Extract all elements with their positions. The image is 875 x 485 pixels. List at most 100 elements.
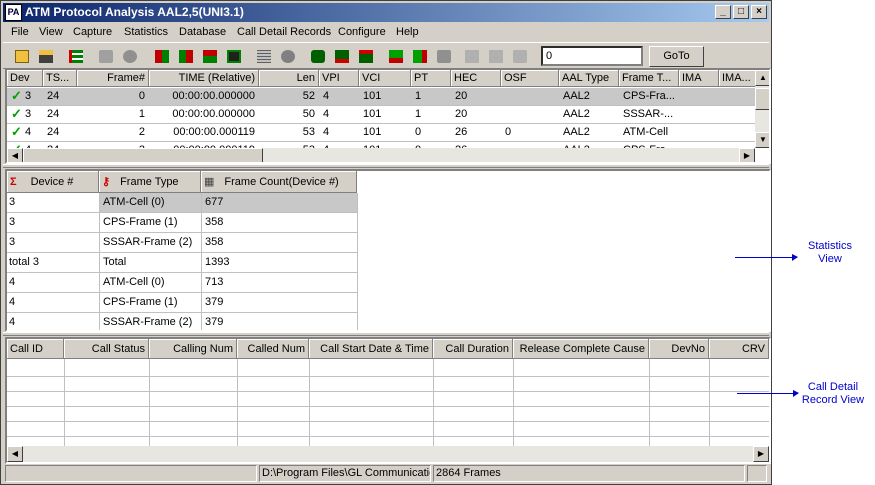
col-pt[interactable]: PT bbox=[411, 70, 451, 87]
frames-vscroll[interactable]: ▲ ▼ bbox=[755, 70, 769, 148]
stats-col-frame-type[interactable]: ⚷ Frame Type bbox=[99, 171, 201, 193]
stats-col-count[interactable]: ▦ Frame Count(Device #) bbox=[201, 171, 357, 193]
close-button[interactable]: × bbox=[751, 5, 767, 19]
c-arrow-icon[interactable] bbox=[461, 46, 483, 67]
stats-row[interactable]: total 3 Total 1393 bbox=[7, 253, 358, 273]
set-filter-icon[interactable] bbox=[385, 46, 407, 67]
stats-row[interactable]: 4 CPS-Frame (1) 379 bbox=[7, 293, 358, 313]
col-ima2[interactable]: IMA... bbox=[719, 70, 759, 87]
app-icon[interactable]: PA bbox=[5, 4, 22, 21]
cdr-annot-line2: Record View bbox=[801, 394, 865, 406]
cdr-col-line bbox=[433, 359, 434, 446]
grid-divider bbox=[99, 273, 100, 293]
menu-capture[interactable]: Capture bbox=[73, 26, 112, 38]
binoculars-down-icon[interactable] bbox=[331, 46, 353, 67]
d-icon[interactable] bbox=[175, 46, 197, 67]
goto-input[interactable]: 0 bbox=[541, 46, 643, 66]
stats-row[interactable]: 3 CPS-Frame (1) 358 bbox=[7, 213, 358, 233]
scroll-down-icon[interactable]: ▼ bbox=[755, 132, 769, 148]
splitter-top[interactable] bbox=[3, 164, 769, 168]
col-dev[interactable]: Dev bbox=[7, 70, 43, 87]
cdr-col-header[interactable]: Call Status bbox=[64, 339, 149, 359]
cdr-col-header[interactable]: CRV bbox=[709, 339, 769, 359]
menu-statistics[interactable]: Statistics bbox=[124, 26, 168, 38]
save-icon[interactable] bbox=[223, 46, 245, 67]
cdr-col-header[interactable]: Called Num bbox=[237, 339, 309, 359]
stats-row[interactable]: 4 ATM-Cell (0) 713 bbox=[7, 273, 358, 293]
cdr-col-header[interactable]: Release Complete Cause bbox=[513, 339, 649, 359]
frame-cell: 101 bbox=[363, 90, 382, 102]
filter-f-icon[interactable] bbox=[409, 46, 431, 67]
maximize-button[interactable]: □ bbox=[733, 5, 749, 19]
record-icon[interactable] bbox=[277, 46, 299, 67]
stats-cell: 358 bbox=[205, 216, 224, 228]
binoculars-up-icon[interactable] bbox=[355, 46, 377, 67]
frame-cell: 00:00:00.000000 bbox=[172, 90, 255, 102]
goto-button[interactable]: GoTo bbox=[649, 46, 704, 67]
menu-configure[interactable]: Configure bbox=[338, 26, 386, 38]
col-frame-type[interactable]: Frame T... bbox=[619, 70, 679, 87]
stats-cell: 4 bbox=[9, 316, 16, 328]
col-len[interactable]: Len bbox=[259, 70, 319, 87]
stats-col-device[interactable]: Σ Device # bbox=[7, 171, 99, 193]
frame-row[interactable]: 3 24 0 00:00:00.000000 52 4 101 1 20 AAL2 CPS-Fra.… bbox=[7, 88, 755, 106]
stats-row[interactable]: 3 ATM-Cell (0) 677 bbox=[7, 193, 358, 213]
scroll-right-icon[interactable]: ▶ bbox=[753, 446, 769, 462]
frame-row[interactable]: 3 24 1 00:00:00.000000 50 4 101 1 20 AAL2 SSSAR-..… bbox=[7, 106, 755, 124]
c-icon[interactable] bbox=[151, 46, 173, 67]
col-aal-type[interactable]: AAL Type bbox=[559, 70, 619, 87]
col-vpi[interactable]: VPI bbox=[319, 70, 359, 87]
menu-database[interactable]: Database bbox=[179, 26, 226, 38]
frame-row[interactable]: 4 24 2 00:00:00.000119 53 4 101 0 26 0 AAL2 ATM-Cel… bbox=[7, 124, 755, 142]
col-frame-num[interactable]: Frame# bbox=[77, 70, 149, 87]
filter-list-icon[interactable] bbox=[65, 46, 87, 67]
splitter-bottom[interactable] bbox=[3, 332, 769, 336]
sigma-icon[interactable] bbox=[199, 46, 221, 67]
grid-icon[interactable] bbox=[253, 46, 275, 67]
col-vci[interactable]: VCI bbox=[359, 70, 411, 87]
grid-divider bbox=[357, 273, 358, 293]
cdr-col-header[interactable]: Call Duration bbox=[433, 339, 513, 359]
menu-call-detail-records[interactable]: Call Detail Records bbox=[237, 26, 331, 38]
frame-cell bbox=[683, 89, 715, 104]
stats-annot-line2: View bbox=[818, 253, 842, 265]
open-icon[interactable] bbox=[11, 46, 33, 67]
frame-dev-cell: 3 bbox=[25, 108, 32, 120]
scroll-up-icon[interactable]: ▲ bbox=[755, 70, 769, 86]
minimize-button[interactable]: _ bbox=[715, 5, 731, 19]
frames-hscroll[interactable]: ◀ ▶ bbox=[7, 148, 755, 162]
scroll-left-icon[interactable]: ◀ bbox=[7, 148, 23, 162]
col-time[interactable]: TIME (Relative) bbox=[149, 70, 259, 87]
hscroll-thumb[interactable] bbox=[23, 148, 263, 162]
cdr-col-line bbox=[237, 359, 238, 446]
scroll-left-icon[interactable]: ◀ bbox=[7, 446, 23, 462]
menu-view[interactable]: View bbox=[39, 26, 63, 38]
stats-row[interactable]: 4 SSSAR-Frame (2) 379 bbox=[7, 313, 358, 330]
scroll-thumb[interactable] bbox=[755, 88, 769, 110]
col-ts[interactable]: TS... bbox=[43, 70, 77, 87]
scroll-right-icon[interactable]: ▶ bbox=[739, 148, 755, 162]
col-ima[interactable]: IMA bbox=[679, 70, 719, 87]
col-hec[interactable]: HEC bbox=[451, 70, 501, 87]
menu-file[interactable]: File bbox=[11, 26, 29, 38]
stats-cell: Total bbox=[103, 256, 127, 268]
cdr-hscroll[interactable]: ◀ ▶ bbox=[7, 446, 769, 462]
binoculars-icon[interactable] bbox=[307, 46, 329, 67]
calculator-icon: ▦ bbox=[204, 176, 215, 188]
open-locked-icon[interactable] bbox=[35, 46, 57, 67]
cdr-col-header[interactable]: DevNo bbox=[649, 339, 709, 359]
pdf-icon[interactable] bbox=[509, 46, 531, 67]
clear-filter-icon[interactable] bbox=[433, 46, 455, 67]
menu-help[interactable]: Help bbox=[396, 26, 419, 38]
cdr-col-header[interactable]: Call Start Date & Time bbox=[309, 339, 433, 359]
stats-row[interactable]: 3 SSSAR-Frame (2) 358 bbox=[7, 233, 358, 253]
frame-cell: 20 bbox=[455, 90, 468, 102]
col-osf[interactable]: OSF bbox=[501, 70, 559, 87]
title-bar[interactable]: PA ATM Protocol Analysis AAL2,5(UNI3.1) … bbox=[3, 3, 769, 22]
cdr-col-header[interactable]: Calling Num bbox=[149, 339, 237, 359]
resize-grip-icon[interactable] bbox=[747, 465, 767, 482]
stop-icon[interactable] bbox=[119, 46, 141, 67]
capture-icon[interactable] bbox=[95, 46, 117, 67]
cdr-col-header[interactable]: Call ID bbox=[7, 339, 64, 359]
d-arrow-icon[interactable] bbox=[485, 46, 507, 67]
